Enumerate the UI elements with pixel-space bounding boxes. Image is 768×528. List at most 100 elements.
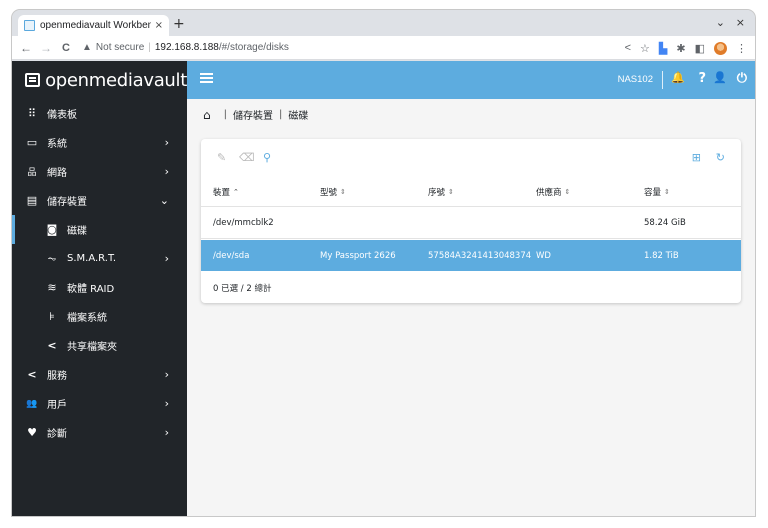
sidebar-item-label: 檔案系統 [67, 313, 107, 324]
sort-icon: ⇕ [564, 187, 571, 196]
cell-capacity: 1.82 TiB [644, 250, 679, 261]
breadcrumb-disks: 磁碟 [288, 111, 309, 122]
breadcrumb-separator: | [279, 109, 283, 120]
column-header-capacity[interactable]: 容量 ⇕ [644, 177, 670, 206]
table-row-selected[interactable]: /dev/sda My Passport 2626 57584A32414130… [201, 240, 741, 271]
sidebar-item-label: 系統 [47, 139, 67, 150]
window-close-icon[interactable]: × [736, 16, 745, 29]
breadcrumb-separator: | [223, 109, 227, 120]
cell-vendor: WD [536, 250, 551, 261]
table-toolbar: ✎ ⌫ ⚲ ⊞ ↻ [201, 139, 741, 177]
bookmark-star-icon[interactable]: ☆ [640, 42, 650, 55]
sidebar: openmediavault ⠿ 儀表板 ▭ 系統 › 品 網路 › ▤ 儲存裝… [12, 61, 187, 516]
dashboard-grid-icon: ⠿ [27, 107, 37, 120]
tab-strip: openmediavault Workben × + ⌄ × [12, 10, 755, 36]
column-header-vendor[interactable]: 供應商 ⇕ [536, 177, 570, 206]
extensions-puzzle-icon[interactable]: ✱ [676, 42, 685, 55]
heartbeat-icon: ⏦ [47, 251, 57, 265]
chevron-right-icon: › [164, 397, 169, 410]
sidebar-item-smart[interactable]: ⏦ S.M.A.R.T. › [12, 244, 187, 273]
omv-app: openmediavault ⠿ 儀表板 ▭ 系統 › 品 網路 › ▤ 儲存裝… [12, 61, 755, 516]
sidebar-item-label: S.M.A.R.T. [67, 253, 117, 264]
disks-table-card: ✎ ⌫ ⚲ ⊞ ↻ 裝置 ⌃ 型號 ⇕ 序號 ⇕ 供應商 ⇕ 容量 ⇕ /dev/mmcb… [201, 139, 741, 303]
network-icon: 品 [27, 168, 37, 178]
column-toggle-icon[interactable]: ⊞ [692, 151, 701, 164]
power-icon[interactable]: ⏻ [737, 71, 747, 86]
sidebar-item-file-systems[interactable]: ⊧ 檔案系統 [12, 302, 187, 331]
sidebar-item-label: 儀表板 [47, 110, 77, 121]
storage-icon: ▤ [26, 194, 38, 207]
table-row[interactable]: /dev/mmcblk2 58.24 GiB [201, 208, 741, 239]
sort-asc-icon: ⌃ [233, 187, 239, 196]
share-icon: < [27, 368, 37, 381]
selection-summary: 0 已選 / 2 總計 [213, 284, 272, 294]
sidebar-item-services[interactable]: < 服務 › [12, 360, 187, 389]
refresh-icon[interactable]: ↻ [716, 151, 725, 164]
user-icon[interactable]: 👤 [713, 71, 727, 84]
sidebar-item-diagnostics[interactable]: ♥ 診斷 › [12, 418, 187, 447]
disk-icon: ◙ [46, 223, 58, 236]
brand-logo[interactable]: openmediavault [12, 61, 187, 99]
omv-favicon-icon [24, 20, 35, 31]
sort-icon: ⇕ [664, 187, 670, 196]
translate-icon[interactable]: ▙ [659, 42, 667, 55]
sidebar-item-label: 磁碟 [67, 226, 87, 237]
sidebar-item-system[interactable]: ▭ 系統 › [12, 128, 187, 157]
chevron-right-icon: › [164, 165, 169, 178]
sidebar-item-users[interactable]: 👥 用戶 › [12, 389, 187, 418]
sidebar-item-label: 儲存裝置 [47, 197, 87, 208]
wipe-eraser-icon[interactable]: ⌫ [239, 151, 255, 164]
breadcrumb: ⌂ | 儲存裝置 | 磁碟 [203, 107, 309, 123]
hostname-label: NAS102 [617, 74, 653, 85]
cell-serial: 57584A3241413048374 [428, 250, 532, 261]
share-page-icon[interactable]: < [625, 42, 631, 54]
edit-pencil-icon[interactable]: ✎ [217, 151, 226, 164]
side-panel-icon[interactable]: ◧ [695, 42, 705, 55]
url-path: /#/storage/disks [218, 42, 289, 53]
users-icon: 👥 [26, 398, 38, 409]
profile-avatar-icon[interactable] [714, 41, 727, 55]
reload-button[interactable]: C [60, 42, 72, 54]
address-bar[interactable]: ▲ Not secure | 192.168.8.188 /#/storage/… [82, 42, 289, 53]
topbar-divider [662, 71, 663, 89]
bell-icon[interactable]: 🔔 [671, 71, 685, 84]
cell-capacity: 58.24 GiB [644, 218, 686, 228]
browser-window: openmediavault Workben × + ⌄ × ← → C ▲ N… [12, 10, 755, 516]
minimize-icon[interactable]: ⌄ [716, 16, 725, 29]
database-icon: ≋ [47, 281, 57, 294]
breadcrumb-storage[interactable]: 儲存裝置 [233, 107, 273, 122]
browser-tab[interactable]: openmediavault Workben × [18, 15, 169, 36]
new-tab-button[interactable]: + [173, 16, 185, 32]
column-header-device[interactable]: 裝置 ⌃ [213, 177, 239, 206]
sort-icon: ⇕ [448, 187, 454, 196]
help-icon[interactable]: ? [698, 71, 706, 86]
hamburger-menu-icon[interactable] [200, 73, 213, 75]
browser-menu-icon[interactable]: ⋮ [736, 42, 747, 55]
table-header: 裝置 ⌃ 型號 ⇕ 序號 ⇕ 供應商 ⇕ 容量 ⇕ [201, 177, 741, 207]
sidebar-menu: ⠿ 儀表板 ▭ 系統 › 品 網路 › ▤ 儲存裝置 ⌄ ◙ 磁碟 ⏦ S.M.… [12, 99, 187, 447]
column-header-serial[interactable]: 序號 ⇕ [428, 177, 454, 206]
top-bar: NAS102 🔔 ? 👤 ⏻ [187, 61, 755, 99]
main-content: ⌂ | 儲存裝置 | 磁碟 ✎ ⌫ ⚲ ⊞ ↻ 裝置 ⌃ 型號 ⇕ 序號 ⇕ 供… [187, 99, 755, 516]
search-icon[interactable]: ⚲ [263, 151, 271, 164]
sidebar-item-storage[interactable]: ▤ 儲存裝置 ⌄ [12, 186, 187, 215]
sidebar-item-disks[interactable]: ◙ 磁碟 [12, 215, 187, 244]
forward-button[interactable]: → [40, 41, 52, 55]
browser-toolbar-actions: < ☆ ▙ ✱ ◧ ⋮ [625, 36, 747, 60]
column-header-model[interactable]: 型號 ⇕ [320, 177, 346, 206]
heart-pulse-icon: ♥ [27, 426, 37, 439]
sidebar-item-label: 網路 [47, 168, 67, 179]
sidebar-item-network[interactable]: 品 網路 › [12, 157, 187, 186]
back-button[interactable]: ← [20, 41, 32, 55]
home-icon[interactable]: ⌂ [203, 108, 211, 122]
sidebar-item-dashboard[interactable]: ⠿ 儀表板 [12, 99, 187, 128]
omv-logo-icon [25, 73, 41, 87]
sidebar-item-shared-folders[interactable]: < 共享檔案夾 [12, 331, 187, 360]
sidebar-item-label: 共享檔案夾 [67, 342, 117, 353]
chevron-down-icon: ⌄ [159, 194, 169, 207]
sidebar-item-software-raid[interactable]: ≋ 軟體 RAID [12, 273, 187, 302]
tab-title: openmediavault Workben [40, 20, 151, 31]
sort-icon: ⇕ [340, 187, 346, 196]
tab-close-icon[interactable]: × [155, 20, 163, 31]
cell-device: /dev/mmcblk2 [213, 218, 274, 228]
